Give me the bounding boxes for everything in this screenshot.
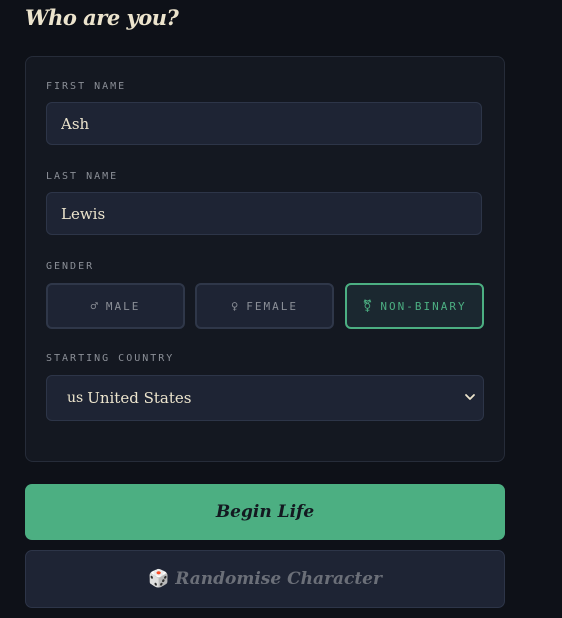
- non-binary-symbol-icon: ⚧: [362, 299, 373, 313]
- gender-female-label: FEMALE: [246, 299, 298, 313]
- gender-female-button[interactable]: ♀ FEMALE: [195, 283, 334, 329]
- gender-label: GENDER: [46, 261, 95, 272]
- begin-life-button[interactable]: Begin Life: [25, 484, 505, 540]
- last-name-input[interactable]: [46, 192, 482, 235]
- randomise-character-button[interactable]: 🎲 Randomise Character: [25, 550, 505, 608]
- chevron-down-icon: [465, 394, 475, 400]
- female-symbol-icon: ♀: [231, 299, 239, 313]
- gender-non-binary-button[interactable]: ⚧ NON-BINARY: [345, 283, 484, 329]
- character-form-card: FIRST NAME LAST NAME GENDER ♂ MALE ♀ FEM…: [25, 56, 505, 462]
- gender-male-button[interactable]: ♂ MALE: [46, 283, 185, 329]
- dice-icon: 🎲: [148, 569, 170, 589]
- first-name-label: FIRST NAME: [46, 81, 127, 92]
- gender-male-label: MALE: [105, 299, 141, 313]
- page-title: Who are you?: [25, 5, 179, 30]
- gender-non-binary-label: NON-BINARY: [380, 299, 467, 313]
- country-select[interactable]: us United States: [46, 375, 484, 421]
- gender-selector: ♂ MALE ♀ FEMALE ⚧ NON-BINARY: [46, 283, 484, 329]
- male-symbol-icon: ♂: [90, 299, 98, 313]
- first-name-input[interactable]: [46, 102, 482, 145]
- country-value: United States: [87, 389, 192, 407]
- country-label: STARTING COUNTRY: [46, 353, 175, 364]
- last-name-label: LAST NAME: [46, 171, 119, 182]
- country-flag: us: [67, 390, 84, 406]
- randomise-character-label: Randomise Character: [175, 569, 382, 589]
